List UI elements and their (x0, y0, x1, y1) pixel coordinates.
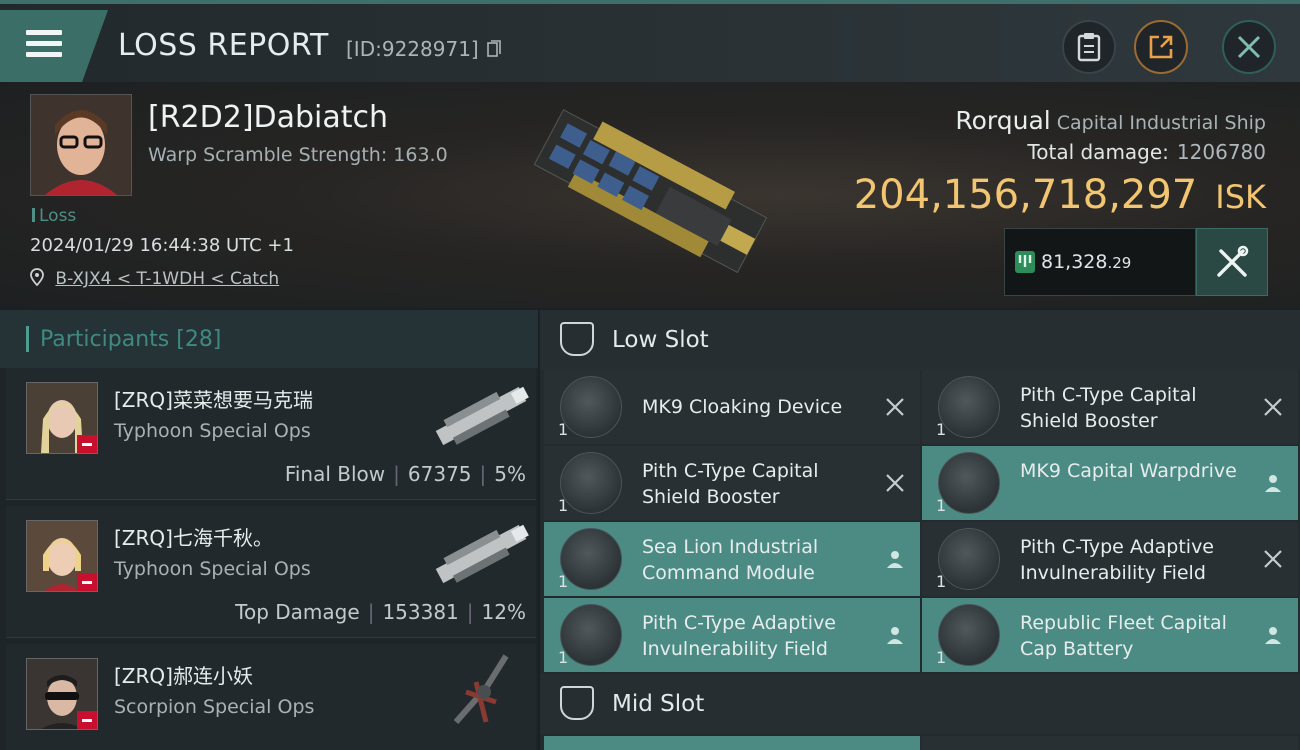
share-icon (1149, 35, 1173, 59)
participant-ship: Typhoon Special Ops (114, 558, 311, 580)
mid-slot-icon (560, 686, 594, 720)
participant-ship: Scorpion Special Ops (114, 696, 315, 718)
loss-badge (77, 435, 97, 453)
loss-tag: Loss (32, 206, 76, 226)
module-item[interactable]: 1 Pith C-Type Adaptive Invulnerability F… (922, 522, 1298, 596)
ship-render (515, 100, 785, 285)
report-id[interactable]: [ID:9228971] (346, 37, 501, 61)
cloaking-device-icon (560, 376, 622, 438)
destroyed-icon (1264, 550, 1282, 568)
location-pin-icon (30, 268, 44, 287)
tools-icon (1217, 245, 1249, 277)
dropped-person-icon (887, 627, 903, 644)
clipboard-icon (1077, 33, 1101, 62)
isk-value: 204,156,718,297 ISK (853, 172, 1266, 218)
close-icon (1237, 35, 1261, 59)
module-item[interactable] (922, 736, 1298, 750)
module-item[interactable]: 1 Pith C-Type Capital Shield Booster (922, 370, 1298, 444)
top-bar: LOSS REPORT [ID:9228971] (0, 0, 1300, 82)
module-item[interactable]: 1 MK9 Capital Warpdrive (922, 446, 1298, 520)
participant-avatar (26, 520, 98, 592)
fitting-panel: Low Slot 1 MK9 Cloaking Device 1 Pith C-… (540, 310, 1300, 750)
copy-icon (487, 40, 501, 57)
points-icon (1015, 251, 1035, 273)
participant-name: [ZRQ]郝连小妖 (114, 664, 253, 688)
shield-booster-icon (938, 376, 1000, 438)
participant-row[interactable]: [ZRQ]七海千秋。 Typhoon Special Ops Top Damag… (6, 506, 536, 638)
low-slot-header: Low Slot (540, 310, 1300, 370)
destroyed-icon (1264, 398, 1282, 416)
low-slot-icon (560, 322, 594, 356)
share-button[interactable] (1134, 20, 1188, 74)
warp-scramble-strength: Warp Scramble Strength: 163.0 (148, 144, 448, 166)
menu-button[interactable] (0, 10, 108, 82)
mid-slot-header: Mid Slot (540, 674, 1300, 734)
shield-booster-icon (560, 452, 622, 514)
destroyed-icon (886, 398, 904, 416)
loss-datetime: 2024/01/29 16:44:38 UTC +1 (30, 235, 294, 256)
close-button[interactable] (1222, 20, 1276, 74)
module-item[interactable]: 1 Sea Lion Industrial Command Module (544, 522, 920, 596)
participant-name: [ZRQ]七海千秋。 (114, 526, 273, 550)
module-item[interactable]: 1 MK9 Cloaking Device (544, 370, 920, 444)
dropped-person-icon (1265, 627, 1281, 644)
warpdrive-icon (938, 452, 1000, 514)
loss-location[interactable]: B-XJX4 < T-1WDH < Catch (30, 268, 279, 289)
participants-header: Participants [28] (0, 310, 538, 368)
participant-avatar (26, 658, 98, 730)
page-title: LOSS REPORT (118, 28, 329, 63)
participant-ship-icon (426, 652, 536, 732)
participant-stats: Top Damage | 153381 | 12% (235, 600, 526, 624)
ship-name[interactable]: Rorqual Capital Industrial Ship (955, 106, 1266, 135)
participant-row[interactable]: [ZRQ]郝连小妖 Scorpion Special Ops (6, 644, 536, 750)
participant-ship-icon (426, 376, 536, 456)
dropped-person-icon (887, 551, 903, 568)
participant-row[interactable]: [ZRQ]菜菜想要马克瑞 Typhoon Special Ops Final B… (6, 368, 536, 500)
hamburger-icon (26, 30, 62, 60)
invulnerability-field-icon (938, 528, 1000, 590)
fitting-button[interactable] (1196, 228, 1268, 296)
destroyed-icon (886, 474, 904, 492)
cap-battery-icon (938, 604, 1000, 666)
participant-ship-icon (426, 514, 536, 594)
loss-points: 81,328.29 (1004, 228, 1196, 296)
total-damage: Total damage: 1206780 (1027, 140, 1266, 164)
participants-panel: Participants [28] [ZRQ]菜菜想要马克瑞 Typhoon S… (0, 310, 538, 750)
module-item[interactable] (544, 736, 920, 750)
dropped-person-icon (1265, 475, 1281, 492)
victim-summary: [R2D2]Dabiatch Warp Scramble Strength: 1… (0, 82, 1300, 308)
participant-name: [ZRQ]菜菜想要马克瑞 (114, 388, 313, 412)
participant-stats: Final Blow | 67375 | 5% (284, 462, 526, 486)
victim-avatar[interactable] (30, 94, 132, 196)
participant-ship: Typhoon Special Ops (114, 420, 311, 442)
module-item[interactable]: 1 Republic Fleet Capital Cap Battery (922, 598, 1298, 672)
loss-badge (77, 573, 97, 591)
loss-badge (77, 711, 97, 729)
invulnerability-field-icon (560, 604, 622, 666)
module-item[interactable]: 1 Pith C-Type Adaptive Invulnerability F… (544, 598, 920, 672)
command-module-icon (560, 528, 622, 590)
victim-name[interactable]: [R2D2]Dabiatch (148, 100, 388, 135)
clipboard-button[interactable] (1062, 20, 1116, 74)
module-item[interactable]: 1 Pith C-Type Capital Shield Booster (544, 446, 920, 520)
participant-avatar (26, 382, 98, 454)
